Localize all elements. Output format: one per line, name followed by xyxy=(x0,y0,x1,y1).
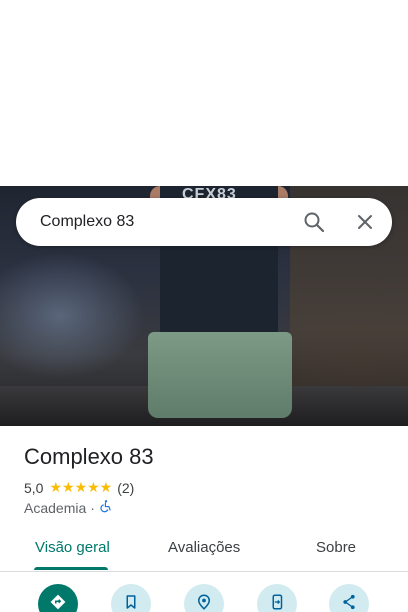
wheelchair-accessible-icon xyxy=(99,499,113,516)
tab-overview[interactable]: Visão geral xyxy=(35,539,110,556)
search-query[interactable]: Complexo 83 xyxy=(40,213,134,231)
category-row: Academia · xyxy=(24,499,113,516)
close-icon[interactable] xyxy=(353,210,377,234)
directions-icon xyxy=(50,594,66,610)
review-count[interactable]: (2) xyxy=(117,480,134,496)
action-buttons xyxy=(0,584,408,612)
rating-value: 5,0 xyxy=(24,479,44,496)
place-category[interactable]: Academia xyxy=(24,500,86,516)
tab-reviews[interactable]: Avaliações xyxy=(168,539,240,556)
place-title: Complexo 83 xyxy=(24,444,154,469)
photo-shorts xyxy=(148,332,292,418)
search-bar[interactable]: Complexo 83 xyxy=(16,198,392,246)
search-icon[interactable] xyxy=(302,210,326,234)
tab-about[interactable]: Sobre xyxy=(316,539,356,556)
send-to-phone-button[interactable] xyxy=(257,584,297,612)
save-button[interactable] xyxy=(111,584,151,612)
place-tabs: Visão geral Avaliações Sobre xyxy=(0,528,408,572)
nearby-button[interactable] xyxy=(184,584,224,612)
share-icon xyxy=(343,594,355,610)
active-tab-indicator xyxy=(34,567,108,570)
separator-dot: · xyxy=(90,499,95,516)
nearby-icon xyxy=(197,594,211,610)
rating-row[interactable]: 5,0 ★★★★★ (2) xyxy=(24,479,134,496)
star-rating-icon: ★★★★★ xyxy=(49,479,113,495)
bookmark-icon xyxy=(126,595,136,609)
share-button[interactable] xyxy=(329,584,369,612)
directions-button[interactable] xyxy=(38,584,78,612)
map-area-blank xyxy=(0,0,408,186)
send-to-phone-icon xyxy=(272,594,283,610)
